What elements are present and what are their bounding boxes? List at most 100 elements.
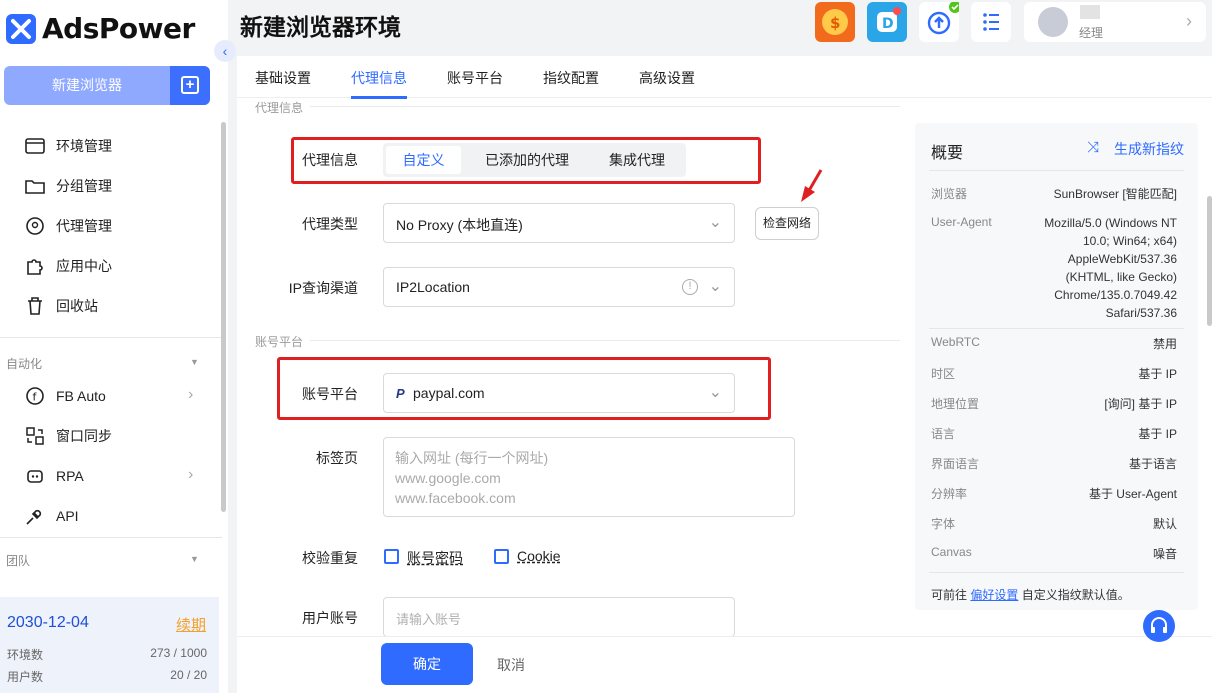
summary-value: 禁用 xyxy=(1152,337,1177,351)
sidebar-item-label: 代理管理 xyxy=(56,218,112,234)
task-list-icon[interactable] xyxy=(971,2,1011,42)
brand-name: AdsPower xyxy=(42,12,195,45)
sidebar-item-trash[interactable]: 回收站 xyxy=(24,295,98,317)
dedupe-password-checkbox[interactable] xyxy=(384,549,399,564)
summary-value: 基于 User-Agent xyxy=(1088,487,1177,501)
placeholder-line: www.facebook.com xyxy=(395,490,516,506)
summary-divider xyxy=(929,328,1184,329)
tab-fingerprint[interactable]: 指纹配置 xyxy=(543,68,599,88)
cancel-button[interactable]: 取消 xyxy=(497,655,525,675)
chevron-down-icon: ⌄ xyxy=(708,278,722,295)
main-scrollbar[interactable] xyxy=(1207,196,1212,326)
highlight-box xyxy=(291,137,761,184)
check-network-button[interactable]: 检查网络 xyxy=(755,207,819,240)
summary-footer-suffix: 自定义指纹默认值。 xyxy=(1021,588,1130,602)
caret-down-icon[interactable]: ▼ xyxy=(190,357,199,367)
summary-value: 基于 IP xyxy=(1138,427,1177,441)
summary-footer: 可前往 偏好设置 自定义指纹默认值。 xyxy=(931,586,1130,603)
tab-advanced-settings[interactable]: 高级设置 xyxy=(639,68,695,88)
batch-add-button[interactable]: + xyxy=(170,66,210,105)
upload-sync-icon[interactable] xyxy=(919,1,961,42)
trash-icon xyxy=(24,295,46,317)
sidebar-item-group-management[interactable]: 分组管理 xyxy=(24,175,112,197)
tabs-url-textarea[interactable]: 输入网址 (每行一个网址) www.google.com www.faceboo… xyxy=(383,437,795,517)
user-account-label: 用户账号 xyxy=(302,610,358,626)
tabs-label: 标签页 xyxy=(316,450,358,466)
caret-down-icon[interactable]: ▼ xyxy=(190,554,199,564)
sidebar-item-label: 环境管理 xyxy=(56,138,112,154)
placeholder-line: 输入网址 (每行一个网址) xyxy=(395,450,549,466)
preferences-link[interactable]: 偏好设置 xyxy=(970,588,1018,602)
sidebar-item-label: 窗口同步 xyxy=(56,428,112,444)
user-account-input[interactable]: 请输入账号 xyxy=(383,597,735,637)
summary-divider xyxy=(929,572,1184,573)
highlight-box xyxy=(277,357,771,420)
sidebar-item-fb-auto[interactable]: f FB Auto xyxy=(24,385,106,407)
browser-window-icon xyxy=(24,135,46,157)
section-divider xyxy=(310,340,900,341)
user-role: 经理 xyxy=(1079,26,1104,40)
folder-icon xyxy=(24,175,46,197)
shuffle-icon[interactable]: ⤨ xyxy=(1087,139,1099,156)
ua-line: Safari/537.36 xyxy=(1105,306,1177,320)
chevron-right-icon: › xyxy=(188,466,194,483)
dedupe-label: 校验重复 xyxy=(302,550,358,566)
ua-line: Chrome/135.0.7049.42 xyxy=(1054,288,1177,302)
sidebar-item-app-center[interactable]: 应用中心 xyxy=(24,255,112,277)
dedupe-cookie-checkbox[interactable] xyxy=(494,549,509,564)
tab-account-platform[interactable]: 账号平台 xyxy=(447,68,503,88)
user-count-label: 用户数 xyxy=(7,670,44,684)
info-icon[interactable]: ! xyxy=(682,279,698,295)
ua-line: (KHTML, like Gecko) xyxy=(1065,270,1177,284)
summary-key: 时区 xyxy=(931,367,956,381)
dedupe-cookie-label[interactable]: Cookie xyxy=(517,548,561,564)
sidebar-item-label: 应用中心 xyxy=(56,258,112,274)
summary-key: 语言 xyxy=(931,427,956,441)
sidebar-item-proxy-management[interactable]: 代理管理 xyxy=(24,215,112,237)
proxy-section-title: 代理信息 xyxy=(255,101,304,115)
team-section-label: 团队 xyxy=(6,554,31,568)
page-title: 新建浏览器环境 xyxy=(240,14,401,40)
expiry-date: 2030-12-04 xyxy=(7,614,89,631)
confirm-button[interactable]: 确定 xyxy=(381,643,473,685)
svg-text:$: $ xyxy=(830,14,840,32)
globe-pin-icon xyxy=(24,215,46,237)
feedback-app-icon[interactable]: D xyxy=(867,2,907,42)
sidebar-item-window-sync[interactable]: 窗口同步 xyxy=(24,425,112,447)
sidebar-item-rpa[interactable]: RPA xyxy=(24,465,84,487)
adspower-logo-icon xyxy=(6,13,36,44)
coin-reward-icon[interactable]: $ xyxy=(815,2,855,42)
sidebar-item-label: RPA xyxy=(56,468,84,484)
sidebar-item-env-management[interactable]: 环境管理 xyxy=(24,135,112,157)
sidebar-divider xyxy=(0,537,222,538)
summary-key: WebRTC xyxy=(931,335,980,349)
proxy-type-select[interactable]: No Proxy (本地直连) ⌄ xyxy=(383,203,735,243)
summary-key: Canvas xyxy=(931,545,972,559)
chevron-right-icon: › xyxy=(188,386,194,403)
sidebar-divider xyxy=(0,337,222,338)
summary-value: 基于 IP xyxy=(1138,367,1177,381)
new-browser-button[interactable]: 新建浏览器 + xyxy=(4,66,210,105)
tab-basic-settings[interactable]: 基础设置 xyxy=(255,68,311,88)
tab-proxy-info[interactable]: 代理信息 xyxy=(351,68,407,88)
generate-fingerprint-button[interactable]: 生成新指纹 xyxy=(1114,139,1184,159)
collapse-sidebar-button[interactable]: ‹ xyxy=(214,40,236,62)
summary-key: 分辨率 xyxy=(931,487,968,501)
support-headset-icon[interactable] xyxy=(1143,610,1175,642)
user-agent-value: Mozilla/5.0 (Windows NT 10.0; Win64; x64… xyxy=(1020,214,1177,322)
summary-key: User-Agent xyxy=(931,215,992,229)
ua-line: Mozilla/5.0 (Windows NT xyxy=(1044,216,1177,230)
sidebar-scrollbar[interactable] xyxy=(221,122,226,512)
summary-divider xyxy=(929,170,1184,171)
puzzle-icon xyxy=(24,255,46,277)
ip-channel-value: IP2Location xyxy=(396,279,470,295)
renew-link[interactable]: 续期 xyxy=(176,614,206,635)
active-tab-indicator xyxy=(351,96,407,99)
user-menu[interactable]: 经理 › xyxy=(1024,2,1206,42)
summary-footer-prefix: 可前往 xyxy=(931,588,968,602)
ip-channel-label: IP查询渠道 xyxy=(288,280,358,296)
summary-key: 地理位置 xyxy=(931,397,980,411)
dedupe-password-label[interactable]: 账号密码 xyxy=(407,548,463,568)
ip-channel-select[interactable]: IP2Location ! ⌄ xyxy=(383,267,735,307)
sidebar-item-api[interactable]: API xyxy=(24,505,79,527)
